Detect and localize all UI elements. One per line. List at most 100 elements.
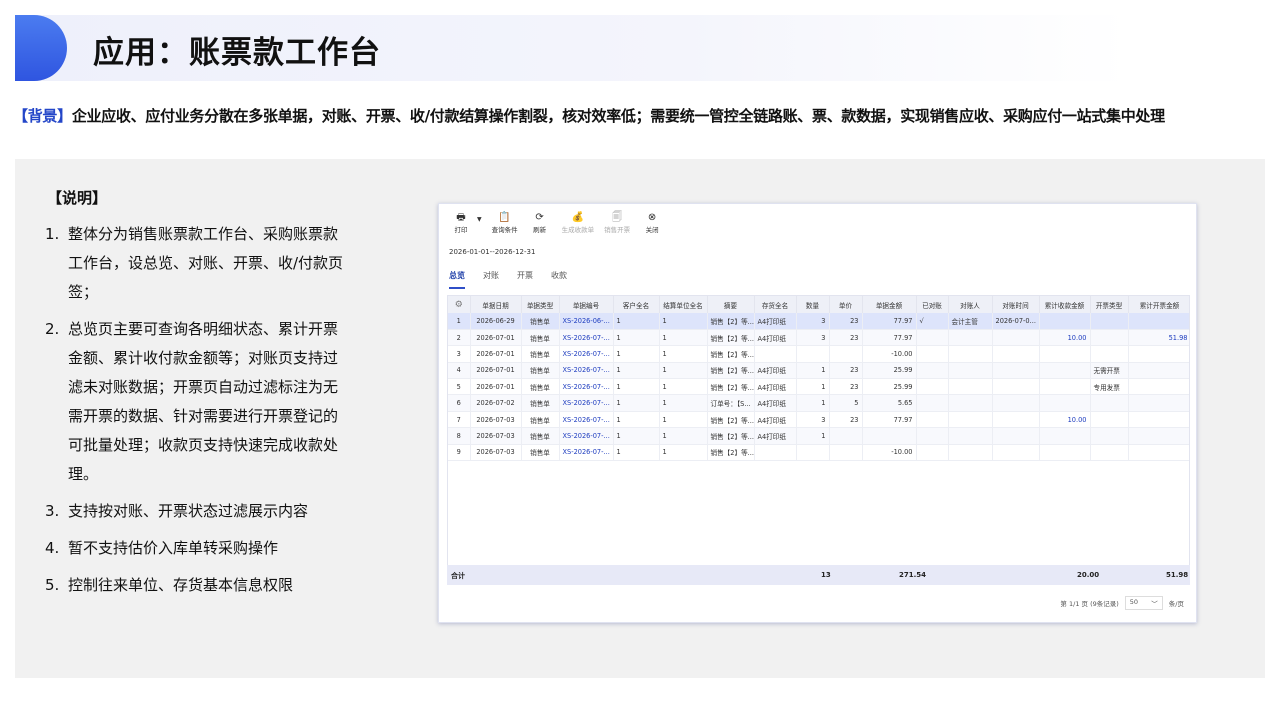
document-number-link[interactable]: XS-2026-07-...: [559, 362, 614, 380]
pager-info: 第 1/1 页 (9条记录): [1060, 600, 1119, 608]
table-cell: 销售单: [521, 345, 560, 363]
column-header[interactable]: 单据编号: [559, 296, 614, 313]
table-row[interactable]: 6 2026-07-02 销售单 XS-2026-07-... 1 1 订单号：【S... A…: [448, 394, 1189, 412]
table-cell: [1128, 444, 1189, 462]
table-cell: [1090, 394, 1129, 412]
tab-0[interactable]: 总览: [449, 270, 465, 289]
table-row[interactable]: 2 2026-07-01 销售单 XS-2026-07-... 1 1 销售【2】等... A…: [448, 329, 1189, 347]
refresh-icon: ⟳: [535, 212, 544, 223]
table-cell: 1: [613, 427, 660, 445]
column-header[interactable]: 对账人: [948, 296, 993, 313]
table-cell: 1: [796, 427, 830, 445]
table-cell: 销售单: [521, 427, 560, 445]
column-header[interactable]: 结算单位全名: [659, 296, 708, 313]
toolbar-button-printer[interactable]: 🖶 打印: [449, 212, 473, 234]
title-banner: 应用：账票款工作台: [15, 15, 1130, 81]
document-number-link[interactable]: XS-2026-06-...: [559, 313, 614, 330]
column-header[interactable]: 单据日期: [470, 296, 522, 313]
document-number-link[interactable]: XS-2026-07-...: [559, 444, 614, 462]
table-row[interactable]: 7 2026-07-03 销售单 XS-2026-07-... 1 1 销售【2】等... A…: [448, 411, 1189, 429]
column-settings[interactable]: ⚙: [448, 296, 471, 313]
column-header[interactable]: 单据金额: [862, 296, 917, 313]
table-cell: 1: [659, 313, 708, 330]
title-accent-shape: [15, 15, 67, 81]
column-header[interactable]: 对账时间: [992, 296, 1040, 313]
table-cell: 8: [448, 427, 471, 445]
table-cell: 销售单: [521, 411, 560, 429]
table-cell: 1: [659, 411, 708, 429]
table-cell: [948, 427, 993, 445]
table-row[interactable]: 8 2026-07-03 销售单 XS-2026-07-... 1 1 销售【2】等... A…: [448, 427, 1189, 445]
table-cell: 2026-06-29: [470, 313, 522, 330]
column-header[interactable]: 摘要: [707, 296, 755, 313]
table-cell: 销售【2】等...: [707, 378, 755, 396]
table-cell: 7: [448, 411, 471, 429]
table-row[interactable]: 9 2026-07-03 销售单 XS-2026-07-... 1 1 销售【2】等... -…: [448, 444, 1189, 462]
toolbar-label: 刷新: [533, 226, 547, 234]
table-cell: [754, 444, 797, 462]
background-tag: 【背景】: [13, 107, 72, 125]
toolbar-button-clipboard[interactable]: 📋 查询条件: [492, 212, 518, 234]
table-cell: [992, 378, 1040, 396]
table-row[interactable]: 4 2026-07-01 销售单 XS-2026-07-... 1 1 销售【2】等... A…: [448, 362, 1189, 380]
close-icon: ⊗: [647, 212, 657, 223]
table-cell: [992, 345, 1040, 363]
tab-2[interactable]: 开票: [517, 270, 533, 289]
note-text: 支持按对账、开票状态过滤展示内容: [68, 502, 309, 520]
table-cell: [1128, 313, 1189, 330]
table-cell: 销售单: [521, 378, 560, 396]
table-cell: 销售【2】等...: [707, 411, 755, 429]
table-cell: 4: [448, 362, 471, 380]
table-row[interactable]: 3 2026-07-01 销售单 XS-2026-07-... 1 1 销售【2】等... -…: [448, 345, 1189, 363]
column-header[interactable]: 数量: [796, 296, 830, 313]
table-cell: 销售【2】等...: [707, 444, 755, 462]
table-cell: 销售【2】等...: [707, 345, 755, 363]
column-header[interactable]: 开票类型: [1090, 296, 1129, 313]
column-header[interactable]: 客户全名: [613, 296, 660, 313]
table-cell: 23: [829, 313, 863, 330]
gear-icon[interactable]: ⚙: [455, 300, 463, 310]
table-cell: 77.97: [862, 329, 917, 347]
table-cell: [992, 394, 1040, 412]
note-item: 3. 支持按对账、开票状态过滤展示内容: [45, 497, 365, 526]
toolbar-label: 关闭: [645, 226, 659, 234]
print-dropdown-caret-icon[interactable]: ▼: [477, 216, 482, 234]
toolbar-button-close[interactable]: ⊗ 关闭: [640, 212, 664, 234]
table-cell: [992, 411, 1040, 429]
column-header[interactable]: 单价: [829, 296, 863, 313]
table-header-row: ⚙ 单据日期 单据类型 单据编号 客户全名 结算单位全名 摘要 存货全名 数量 单价 单据金额 已对账…: [448, 296, 1189, 313]
table-cell: 1: [659, 362, 708, 380]
column-header[interactable]: 累计开票金额: [1128, 296, 1189, 313]
tab-3[interactable]: 收款: [551, 270, 567, 289]
document-number-link[interactable]: XS-2026-07-...: [559, 378, 614, 396]
document-number-link[interactable]: XS-2026-07-...: [559, 329, 614, 347]
table-cell: 销售单: [521, 313, 560, 330]
table-cell: [1090, 444, 1129, 462]
document-number-link[interactable]: XS-2026-07-...: [559, 427, 614, 445]
table-cell: 5: [829, 394, 863, 412]
table-cell: [1128, 362, 1189, 380]
tab-1[interactable]: 对账: [483, 270, 499, 289]
column-header[interactable]: 单据类型: [521, 296, 560, 313]
table-cell: 1: [796, 394, 830, 412]
table-cell: A4打印纸: [754, 329, 797, 347]
document-number-link[interactable]: XS-2026-07-...: [559, 345, 614, 363]
toolbar-label: 生成收款单: [561, 226, 595, 234]
table-row[interactable]: 5 2026-07-01 销售单 XS-2026-07-... 1 1 销售【2】等... A…: [448, 378, 1189, 396]
column-header[interactable]: 累计收款金额: [1039, 296, 1091, 313]
document-number-link[interactable]: XS-2026-07-...: [559, 411, 614, 429]
table-cell: 3: [796, 313, 830, 330]
printer-icon: 🖶: [456, 212, 466, 223]
page-size-select[interactable]: 50 ﹀: [1124, 596, 1163, 610]
column-header[interactable]: 已对账: [916, 296, 949, 313]
toolbar-button-refresh[interactable]: ⟳ 刷新: [528, 212, 552, 234]
document-number-link[interactable]: XS-2026-07-...: [559, 394, 614, 412]
toolbar-button-money[interactable]: 💰 生成收款单: [562, 212, 595, 234]
toolbar-button-invoice[interactable]: 🗐 销售开票: [604, 212, 630, 234]
note-number: 2.: [45, 320, 60, 338]
table-cell: 销售【2】等...: [707, 362, 755, 380]
column-header[interactable]: 存货全名: [754, 296, 797, 313]
table-cell: [1128, 411, 1189, 429]
table-row[interactable]: 1 2026-06-29 销售单 XS-2026-06-... 1 1 销售【2】等... A…: [448, 313, 1189, 330]
summary-label: 合计: [451, 572, 465, 580]
